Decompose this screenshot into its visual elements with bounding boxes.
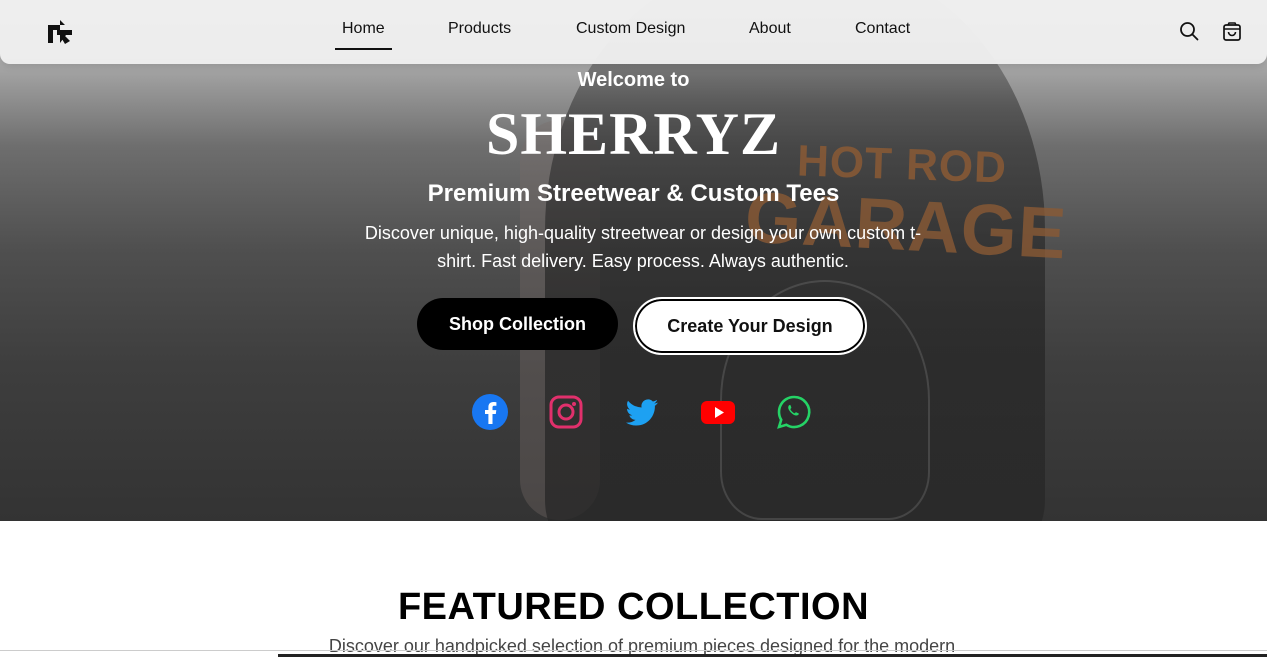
facebook-icon[interactable]	[471, 393, 509, 431]
search-icon[interactable]	[1178, 20, 1200, 42]
nav-about[interactable]: About	[749, 20, 791, 38]
whatsapp-icon[interactable]	[775, 393, 813, 431]
nav-custom-design[interactable]: Custom Design	[576, 20, 685, 38]
hero-section: HOT ROD GARAGE Welcome to SHERRYZ Premiu…	[0, 0, 1267, 521]
shopping-bag-icon[interactable]	[1221, 20, 1243, 42]
twitter-icon[interactable]	[623, 393, 661, 431]
youtube-icon[interactable]	[699, 393, 737, 431]
create-design-button[interactable]: Create Your Design	[633, 297, 867, 355]
shop-collection-button[interactable]: Shop Collection	[417, 298, 618, 350]
instagram-icon[interactable]	[547, 393, 585, 431]
nav-contact[interactable]: Contact	[855, 20, 910, 38]
divider	[0, 650, 1267, 651]
nav-home[interactable]: Home	[335, 20, 392, 50]
nav-products[interactable]: Products	[448, 20, 511, 38]
top-nav: Home Products Custom Design About Contac…	[0, 0, 1267, 64]
hero-welcome: Welcome to	[577, 69, 690, 91]
hero-brand: SHERRYZ	[486, 101, 781, 167]
hero-description: Discover unique, high-quality streetwear…	[364, 223, 922, 271]
featured-title: FEATURED COLLECTION	[397, 586, 870, 628]
hero-tagline: Premium Streetwear & Custom Tees	[427, 180, 840, 207]
logo-icon[interactable]	[44, 16, 76, 48]
